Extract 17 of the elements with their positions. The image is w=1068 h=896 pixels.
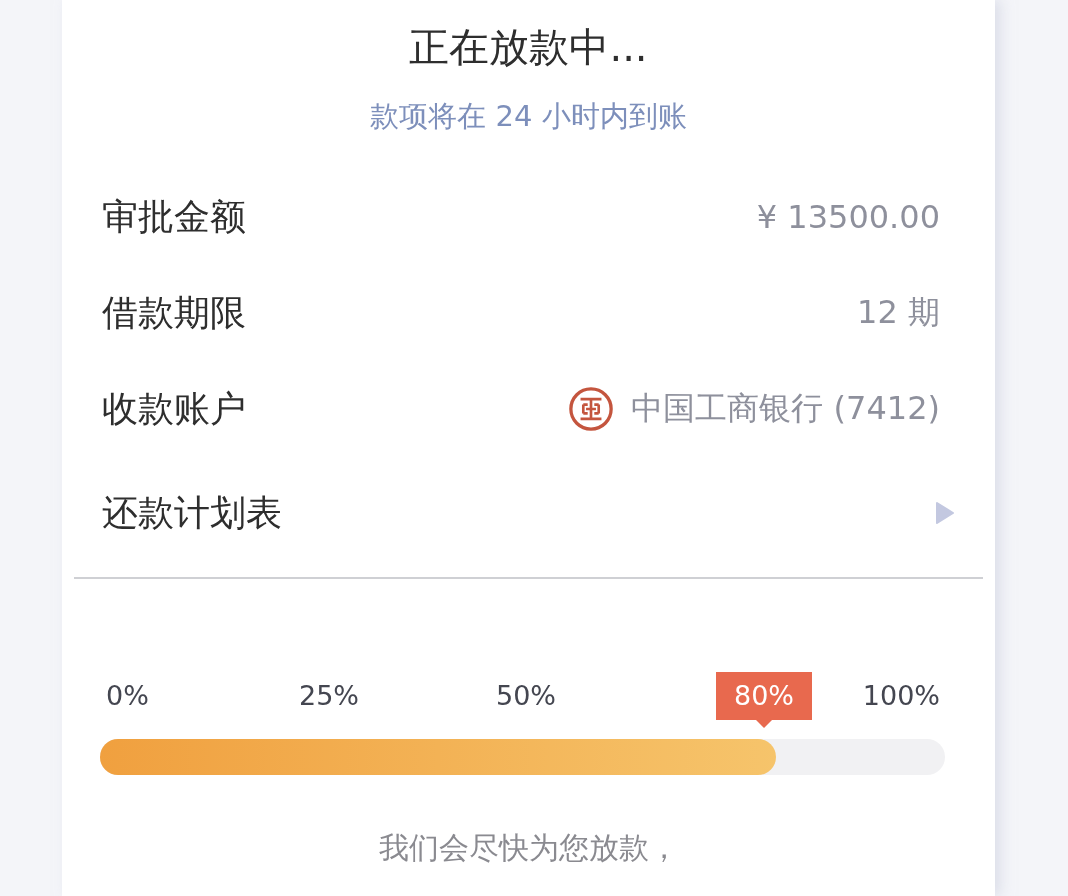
arrow-right-icon [935,501,955,525]
status-title: 正在放款中... [409,23,648,72]
detail-label: 收款账户 [102,386,246,431]
progress-mark: 25% [299,679,359,713]
detail-label: 审批金额 [102,194,246,239]
schedule-link[interactable]: 还款计划表 [102,465,955,561]
footer-note: 我们会尽快为您放款， [377,829,680,867]
bank-emblem-icon [569,387,614,431]
detail-label: 借款期限 [102,290,246,335]
detail-value: ¥ 13500.00 [756,198,940,236]
progress-badge: 80% [716,672,812,728]
detail-value: 12 期 [857,292,940,333]
progress-mark: 50% [496,679,556,713]
status-subtitle: 款项将在 24 小时内到账 [370,98,687,135]
progress-mark: 100% [862,679,940,713]
detail-value: 中国工商银行 (7412) [631,388,940,429]
progress-mark: 0% [106,679,149,713]
